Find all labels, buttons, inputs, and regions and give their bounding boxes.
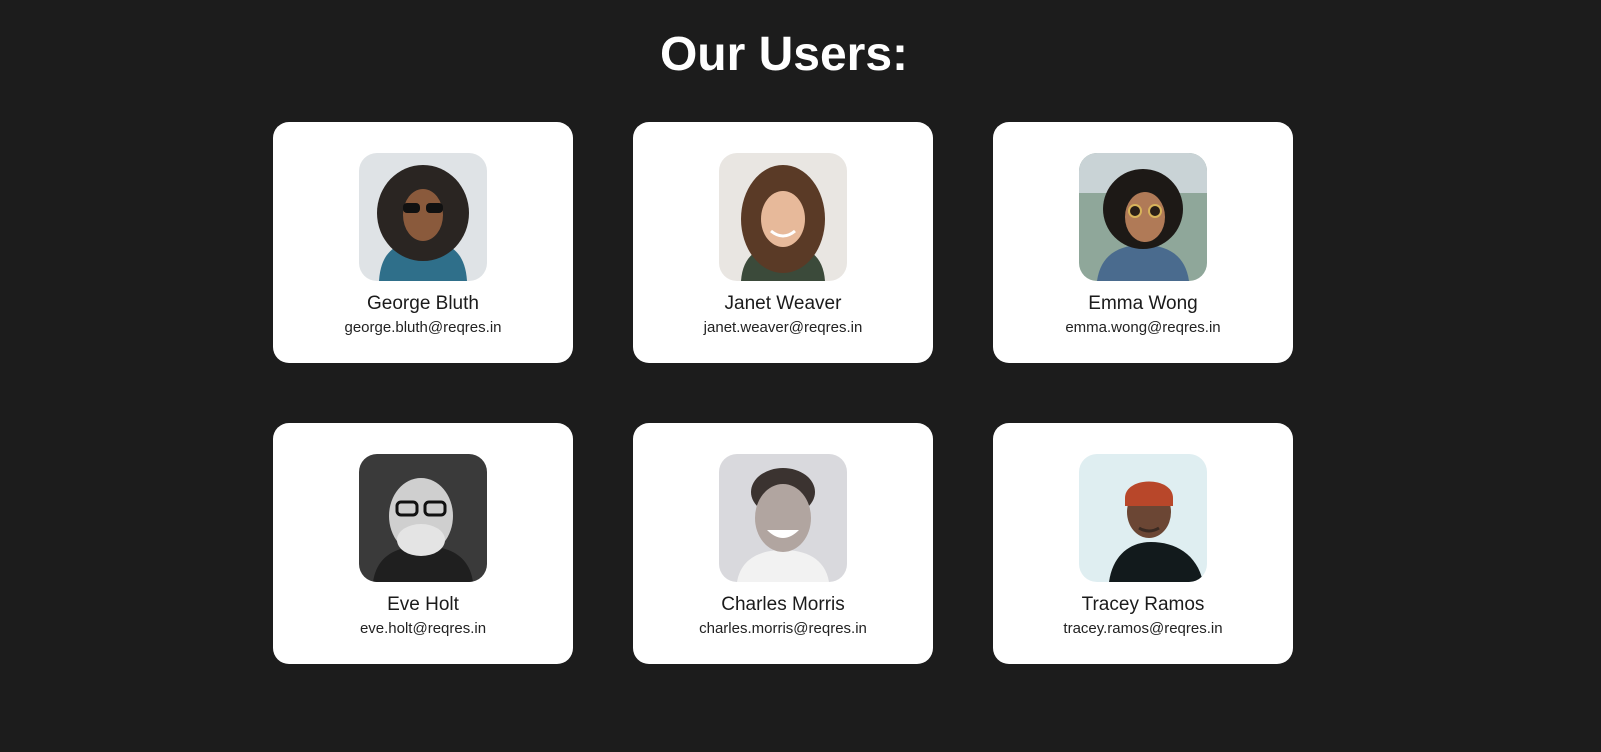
user-card[interactable]: Tracey Ramos tracey.ramos@reqres.in [993, 423, 1293, 664]
user-name: Emma Wong [1088, 293, 1198, 314]
user-name: Eve Holt [387, 594, 459, 615]
user-avatar [359, 454, 487, 582]
user-name: Charles Morris [721, 594, 845, 615]
user-email: eve.holt@reqres.in [359, 620, 487, 637]
user-avatar [719, 153, 847, 281]
user-email: george.bluth@reqres.in [344, 319, 502, 336]
user-card[interactable]: Janet Weaver janet.weaver@reqres.in [633, 122, 933, 363]
user-avatar [1079, 153, 1207, 281]
user-email: charles.morris@reqres.in [699, 620, 867, 637]
user-avatar [719, 454, 847, 582]
user-name: Janet Weaver [724, 293, 842, 314]
user-email: tracey.ramos@reqres.in [1063, 620, 1223, 637]
user-name: George Bluth [367, 293, 479, 314]
user-email: emma.wong@reqres.in [1065, 319, 1221, 336]
user-card[interactable]: Charles Morris charles.morris@reqres.in [633, 423, 933, 664]
page-title: Our Users: [659, 28, 909, 81]
user-card[interactable]: Emma Wong emma.wong@reqres.in [993, 122, 1293, 363]
user-avatar [359, 153, 487, 281]
user-grid: George Bluth george.bluth@reqres.in Jane… [273, 122, 1293, 664]
user-email: janet.weaver@reqres.in [703, 319, 863, 336]
user-avatar [1079, 454, 1207, 582]
user-card[interactable]: Eve Holt eve.holt@reqres.in [273, 423, 573, 664]
user-card[interactable]: George Bluth george.bluth@reqres.in [273, 122, 573, 363]
user-name: Tracey Ramos [1081, 594, 1205, 615]
